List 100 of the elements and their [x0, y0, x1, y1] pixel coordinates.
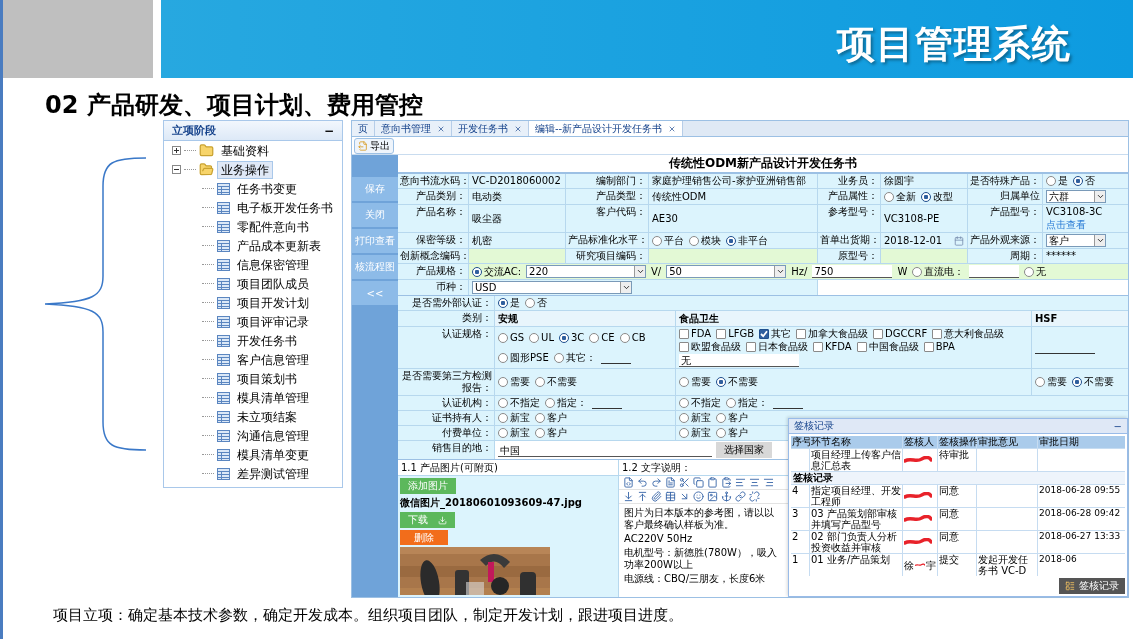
tree-item[interactable]: 项目评审记录 [233, 312, 313, 331]
radio-option[interactable]: 改型 [921, 190, 953, 203]
tab[interactable]: 编辑--新产品设计开发任务书 [529, 121, 684, 136]
select-field[interactable]: 220 [526, 265, 647, 278]
tab[interactable]: 页 [352, 121, 375, 136]
cut-icon[interactable] [679, 477, 690, 488]
view-link[interactable]: 点击查看 [1046, 219, 1125, 231]
radio-option[interactable]: 其它： [553, 351, 596, 364]
radio-option[interactable]: 不指定 [498, 397, 540, 409]
tree-item[interactable]: 未立项结案 [233, 407, 301, 426]
link-icon[interactable] [735, 491, 746, 502]
radio-option[interactable]: 不需要 [716, 376, 758, 388]
radio-option[interactable]: 不需要 [535, 376, 577, 388]
radio-option[interactable]: 交流AC: [472, 265, 522, 278]
tree-item[interactable]: 模具清单管理 [233, 388, 313, 407]
export-button[interactable]: 导出 [354, 137, 394, 154]
checkbox[interactable] [932, 329, 943, 339]
insert-below-icon[interactable] [623, 491, 634, 502]
radio-option[interactable]: 不需要 [1072, 376, 1114, 388]
checkbox[interactable] [813, 342, 823, 352]
input-field[interactable]: 无 [679, 354, 799, 367]
radio-option[interactable]: 圆形PSE [498, 351, 549, 364]
radio-option[interactable]: 不指定 [679, 397, 721, 409]
close-icon[interactable] [668, 124, 677, 133]
radio-option[interactable]: 模块 [689, 234, 721, 247]
tree-item[interactable]: 电子板开发任务书 [233, 198, 337, 217]
tree-item[interactable]: 信息保密管理 [233, 255, 313, 274]
checkbox[interactable] [873, 329, 884, 339]
radio-option[interactable]: 3C [559, 331, 585, 344]
radio-option[interactable]: 是 [1046, 175, 1068, 187]
checkbox[interactable] [759, 329, 770, 339]
align-right-icon[interactable] [763, 477, 774, 488]
radio-option[interactable]: CB [619, 331, 646, 344]
arrow-icon[interactable] [679, 491, 690, 502]
radio-option[interactable]: 客户 [716, 427, 748, 439]
checkbox[interactable] [679, 329, 689, 339]
radio-option[interactable]: 否 [1073, 175, 1095, 187]
table-icon[interactable] [665, 491, 676, 502]
undo-icon[interactable] [637, 477, 648, 488]
select-field[interactable]: USD [472, 281, 632, 294]
tree-item[interactable]: 任务书变更 [233, 179, 301, 198]
document-icon[interactable] [665, 477, 676, 488]
checkbox[interactable] [923, 342, 934, 352]
align-left-icon[interactable] [735, 477, 746, 488]
radio-option[interactable]: 非平台 [726, 234, 768, 247]
clipboard-icon[interactable] [707, 477, 718, 488]
radio-option[interactable]: 客户 [716, 412, 748, 424]
select-field[interactable]: 六群 [1046, 190, 1106, 203]
attachment-icon[interactable] [651, 491, 662, 502]
tree-item[interactable]: 项目团队成员 [233, 274, 313, 293]
radio-option[interactable]: GS [498, 331, 525, 344]
collapse-icon[interactable] [172, 165, 181, 174]
checkbox[interactable] [856, 342, 867, 352]
select-field[interactable]: 客户 [1046, 234, 1106, 247]
radio-option[interactable]: 指定： [726, 397, 768, 409]
image-icon[interactable] [707, 491, 718, 502]
radio-option[interactable]: 需要 [498, 376, 530, 388]
radio-option[interactable]: 是 [498, 297, 520, 309]
radio-option[interactable]: 平台 [652, 234, 684, 247]
radio-option[interactable]: CE [589, 331, 615, 344]
tree-item[interactable]: 项目开发计划 [233, 293, 313, 312]
align-center-icon[interactable] [749, 477, 760, 488]
minimize-button[interactable]: − [1113, 420, 1122, 432]
checkbox[interactable] [679, 342, 689, 352]
radio-option[interactable]: 指定： [545, 397, 587, 409]
tree-item[interactable]: 差异测试管理 [233, 464, 313, 483]
tree-item[interactable]: 项目策划书 [233, 369, 301, 388]
unlink-icon[interactable] [749, 491, 760, 502]
tree-item[interactable]: 业务操作 [217, 160, 273, 179]
select-field[interactable]: 50 [666, 265, 787, 278]
close-icon[interactable] [437, 124, 445, 133]
checkbox[interactable] [746, 342, 756, 352]
tree-item[interactable]: 零配件意向书 [233, 217, 313, 236]
paste-icon[interactable] [721, 477, 732, 488]
tab[interactable]: 意向书管理 [375, 121, 452, 136]
checkbox[interactable] [796, 329, 807, 339]
radio-option[interactable]: 新宝 [679, 412, 711, 424]
radio-option[interactable]: 需要 [679, 376, 711, 388]
expand-icon[interactable] [172, 146, 181, 155]
radio-option[interactable]: 无 [1024, 265, 1047, 278]
tab[interactable]: 开发任务书 [452, 121, 529, 136]
radio-option[interactable]: 直流电： [912, 265, 965, 278]
radio-option[interactable]: 需要 [1035, 376, 1067, 388]
tree-item[interactable]: 沟通信息管理 [233, 426, 313, 445]
redo-icon[interactable] [651, 477, 662, 488]
copy-icon[interactable] [693, 477, 704, 488]
radio-option[interactable]: UL [529, 331, 554, 344]
radio-option[interactable]: 客户 [535, 412, 567, 424]
tree-item[interactable]: 产品成本更新表 [233, 236, 325, 255]
tree-item[interactable]: 基础资料 [217, 141, 273, 160]
select-country-button[interactable]: 选择国家 [716, 442, 772, 458]
source-code-icon[interactable] [623, 477, 634, 488]
input-field[interactable]: 中国 [498, 443, 712, 457]
input-field[interactable] [969, 265, 1020, 278]
checkbox[interactable] [716, 329, 727, 339]
insert-above-icon[interactable] [637, 491, 648, 502]
radio-option[interactable]: 全新 [884, 190, 916, 203]
radio-option[interactable]: 新宝 [498, 427, 530, 439]
radio-option[interactable]: 客户 [535, 427, 567, 439]
radio-option[interactable]: 新宝 [679, 427, 711, 439]
